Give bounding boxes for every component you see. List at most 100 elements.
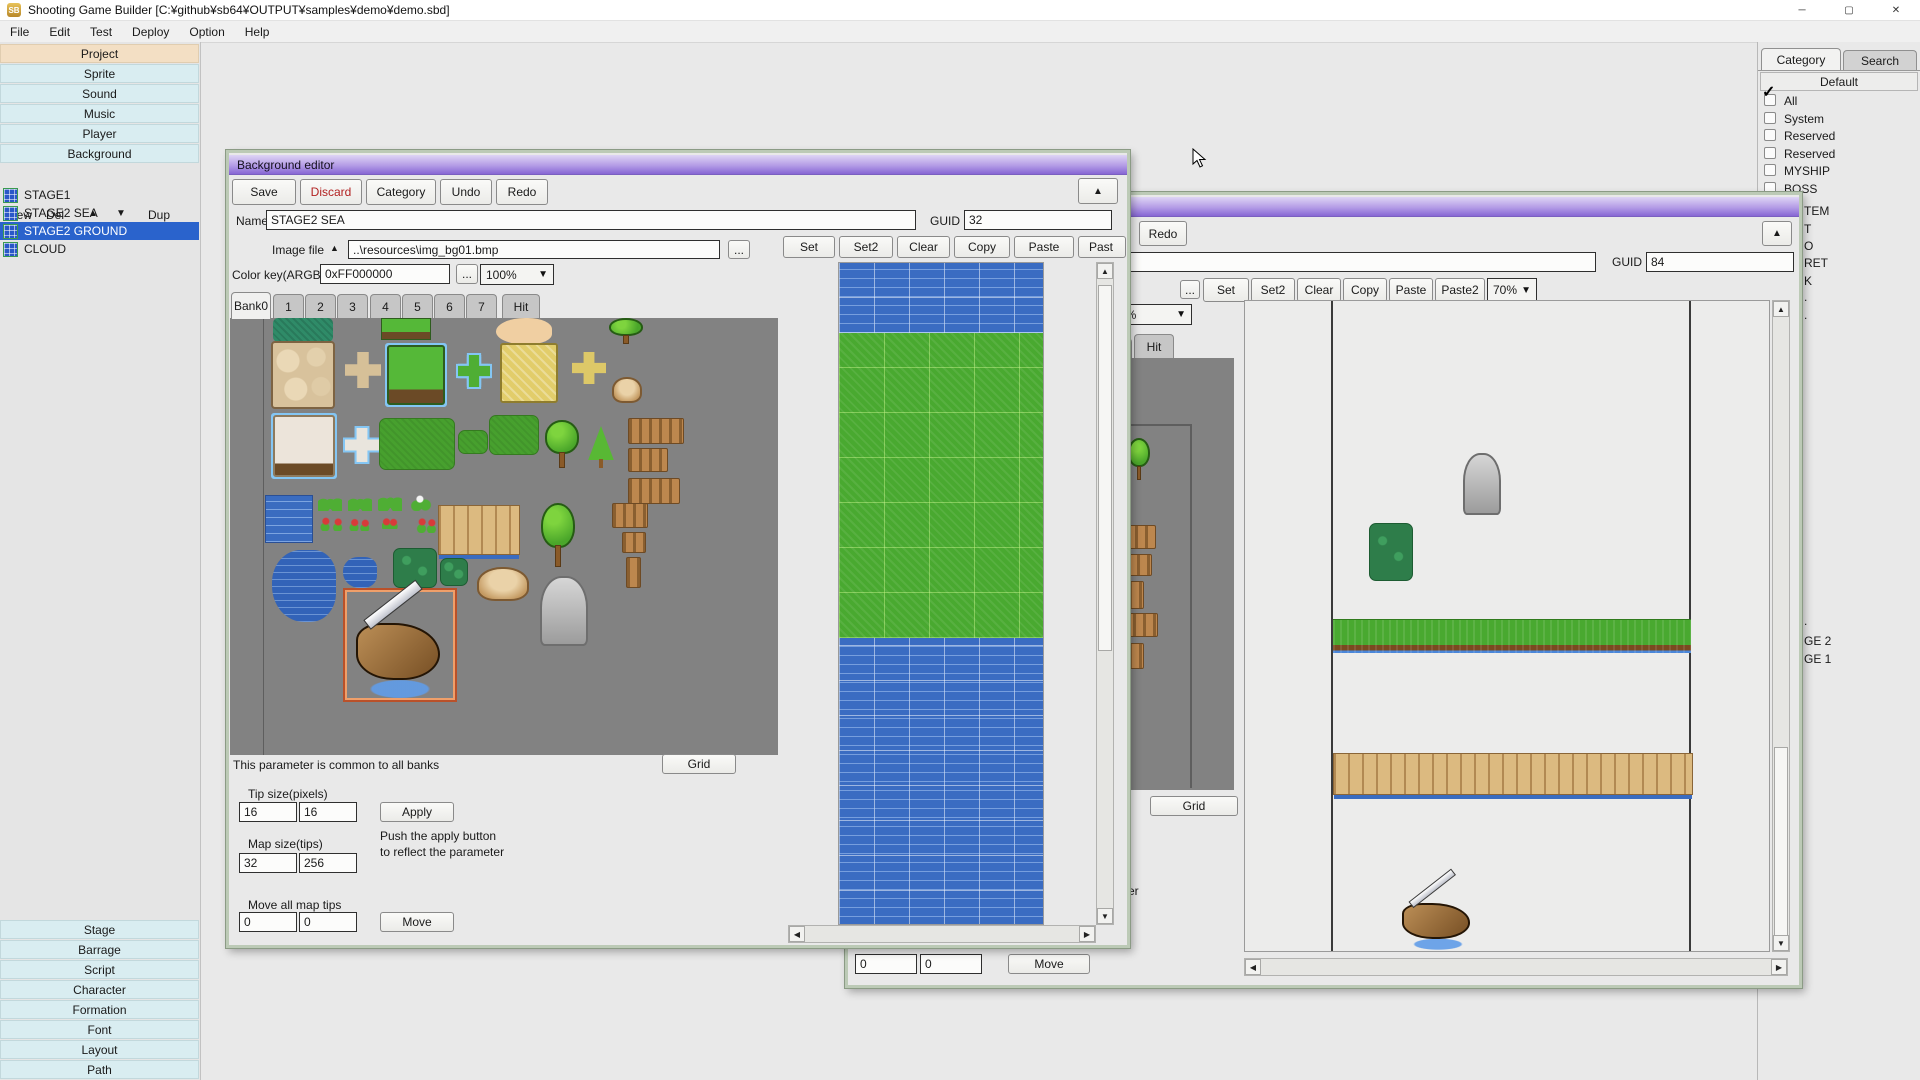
hay-block-tile[interactable]: [500, 343, 558, 403]
tab-bank4[interactable]: 4: [370, 294, 401, 318]
sidebar-item-font[interactable]: Font: [0, 1020, 199, 1039]
ship-tile[interactable]: [1393, 883, 1483, 951]
tab-hit[interactable]: Hit: [1134, 334, 1174, 358]
sidebar-item-music[interactable]: Music: [0, 104, 199, 123]
horizontal-scrollbar[interactable]: ◀ ▶: [1244, 958, 1788, 976]
tab-bank0[interactable]: Bank0: [231, 292, 271, 319]
move-y-field[interactable]: 0: [299, 912, 357, 932]
scroll-left-icon[interactable]: ◀: [1245, 959, 1261, 975]
undo-button[interactable]: Undo: [440, 179, 492, 205]
list-item[interactable]: STAGE1: [0, 186, 199, 204]
browse-button[interactable]: ...: [728, 240, 750, 259]
copy-button[interactable]: Copy: [1343, 278, 1387, 302]
collapse-icon[interactable]: ▲: [1078, 178, 1118, 204]
fence-tile[interactable]: [612, 503, 648, 528]
ship-tile[interactable]: [343, 588, 457, 702]
scroll-up-icon[interactable]: ▲: [1097, 263, 1113, 279]
sidebar-item-barrage[interactable]: Barrage: [0, 940, 199, 959]
fence-tile[interactable]: [626, 557, 641, 588]
tab-bank5[interactable]: 5: [402, 294, 433, 318]
map-height-field[interactable]: 256: [299, 853, 357, 873]
image-file-field[interactable]: ..\resources\img_bg01.bmp: [348, 240, 720, 259]
menu-option[interactable]: Option: [179, 21, 234, 42]
scroll-right-icon[interactable]: ▶: [1771, 959, 1787, 975]
scroll-down-icon[interactable]: ▼: [1773, 935, 1789, 951]
move-x-field[interactable]: 0: [239, 912, 297, 932]
checkbox-system[interactable]: [1764, 112, 1776, 124]
checkbox-myship[interactable]: [1764, 164, 1776, 176]
water-blob-tile[interactable]: [272, 550, 336, 622]
guid-field[interactable]: 84: [1646, 252, 1794, 272]
front-window-titlebar[interactable]: Background editor: [229, 155, 1127, 175]
save-button[interactable]: Save: [232, 179, 296, 205]
set2-button[interactable]: Set2: [1251, 278, 1295, 302]
horizontal-scrollbar[interactable]: ◀ ▶: [788, 925, 1096, 943]
redo-button[interactable]: Redo: [496, 179, 548, 205]
tree-tile[interactable]: [606, 318, 646, 344]
menu-deploy[interactable]: Deploy: [122, 21, 179, 42]
pine-tile[interactable]: [588, 426, 614, 468]
map-width-field[interactable]: 32: [239, 853, 297, 873]
bush-teal-tile[interactable]: [273, 318, 333, 342]
sidebar-item-path[interactable]: Path: [0, 1060, 199, 1079]
close-button[interactable]: ✕: [1873, 0, 1919, 20]
tab-bank3[interactable]: 3: [337, 294, 368, 318]
map-canvas[interactable]: [1244, 300, 1770, 952]
flowers-tile[interactable]: [348, 518, 372, 531]
vertical-scrollbar[interactable]: ▲ ▼: [1772, 300, 1790, 952]
sort-arrow-icon[interactable]: ▲: [330, 243, 339, 253]
discard-button[interactable]: Discard: [300, 179, 362, 205]
grass-mounds-tile[interactable]: [489, 415, 539, 455]
minimize-button[interactable]: ─: [1779, 0, 1825, 20]
menu-edit[interactable]: Edit: [39, 21, 80, 42]
zoom-select[interactable]: 70%: [1487, 278, 1537, 302]
move-button[interactable]: Move: [1008, 954, 1090, 974]
bush-dark-tile[interactable]: [440, 558, 468, 586]
set-button[interactable]: Set: [783, 236, 835, 258]
colorkey-field[interactable]: 0xFF000000: [320, 264, 450, 284]
zoom-select[interactable]: 100%: [480, 264, 554, 285]
tab-bank6[interactable]: 6: [434, 294, 465, 318]
sidebar-item-character[interactable]: Character: [0, 980, 199, 999]
scrollbar-thumb[interactable]: [1098, 285, 1112, 651]
tab-search[interactable]: Search: [1843, 50, 1917, 70]
grid-button[interactable]: Grid: [662, 754, 736, 774]
fence-tile[interactable]: [622, 532, 646, 553]
guid-field[interactable]: 32: [964, 210, 1112, 230]
sidebar-item-layout[interactable]: Layout: [0, 1040, 199, 1059]
paste-button[interactable]: Paste: [1014, 236, 1074, 258]
sidebar-item-sprite[interactable]: Sprite: [0, 64, 199, 83]
clear-button[interactable]: Clear: [1297, 278, 1341, 302]
paste2-button[interactable]: Paste2: [1435, 278, 1485, 302]
rock-tile[interactable]: [612, 377, 642, 403]
stone-tile[interactable]: [271, 341, 335, 409]
scroll-right-icon[interactable]: ▶: [1079, 926, 1095, 942]
copy-button[interactable]: Copy: [954, 236, 1010, 258]
category-button[interactable]: Category: [366, 179, 436, 205]
fence-tile[interactable]: [1128, 581, 1144, 609]
collapse-icon[interactable]: ▲: [1762, 221, 1792, 246]
tab-hit[interactable]: Hit: [502, 294, 540, 318]
tree-tile[interactable]: [542, 420, 582, 468]
grass-edge-tile[interactable]: [381, 318, 431, 340]
water-blob-tile[interactable]: [343, 557, 377, 588]
move-y-field[interactable]: 0: [920, 954, 982, 974]
bush-dark-tile[interactable]: [1369, 523, 1413, 581]
water-tile-tile[interactable]: [265, 495, 313, 543]
tab-category[interactable]: Category: [1761, 48, 1841, 70]
browse-button[interactable]: ...: [1180, 280, 1200, 299]
set2-button[interactable]: Set2: [839, 236, 893, 258]
checkbox-reserved-2[interactable]: [1764, 147, 1776, 159]
set-button[interactable]: Set: [1203, 278, 1249, 302]
maximize-button[interactable]: ▢: [1826, 0, 1872, 20]
sidebar-item-background[interactable]: Background: [0, 144, 199, 163]
menu-test[interactable]: Test: [80, 21, 122, 42]
flowers-tile[interactable]: [318, 516, 346, 531]
flower-white-tile[interactable]: [410, 494, 432, 511]
grass-tuft-tile[interactable]: [348, 498, 372, 511]
grid-button[interactable]: Grid: [1150, 796, 1238, 816]
clear-button[interactable]: Clear: [897, 236, 950, 258]
grass-band-tile[interactable]: [839, 333, 1044, 638]
paste2-button-clipped[interactable]: Past: [1078, 236, 1126, 258]
paste-button[interactable]: Paste: [1389, 278, 1433, 302]
